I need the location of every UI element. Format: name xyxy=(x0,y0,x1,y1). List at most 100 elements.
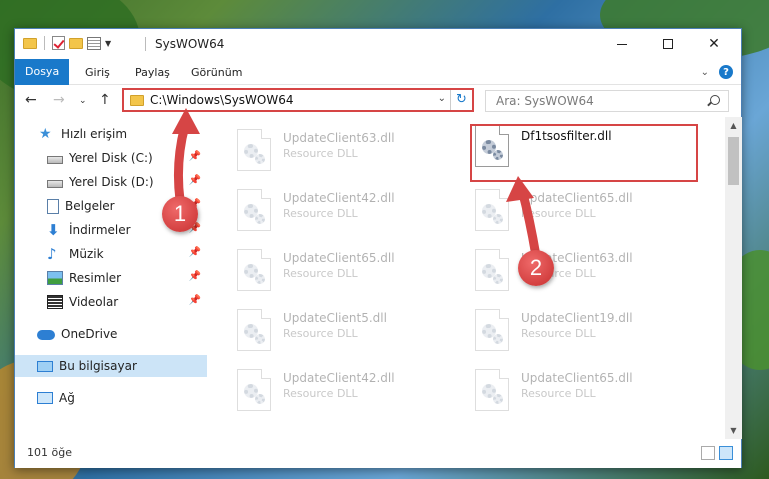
file-type: Resource DLL xyxy=(283,387,358,400)
scroll-down-arrow-icon[interactable]: ▼ xyxy=(725,422,742,439)
search-input[interactable]: Ara: SysWOW64 xyxy=(496,94,594,108)
navigation-pane: ★ Hızlı erişim Yerel Disk (C:) 📌 Yerel D… xyxy=(15,117,211,439)
file-item[interactable]: UpdateClient42.dll Resource DLL xyxy=(223,365,453,421)
file-item[interactable]: UpdateClient63.dll Resource DLL xyxy=(223,125,453,181)
vertical-scrollbar[interactable]: ▲ ▼ xyxy=(725,117,742,439)
pin-icon: 📌 xyxy=(188,247,201,258)
navigation-bar: ← → ⌄ ↑ C:\Windows\SysWOW64 ⌄ ↻ Ara: Sys… xyxy=(15,85,741,117)
up-arrow-icon[interactable]: ↑ xyxy=(99,92,111,108)
sidebar-item-label: Bu bilgisayar xyxy=(59,359,137,373)
pin-icon: 📌 xyxy=(188,151,201,162)
address-bar[interactable]: C:\Windows\SysWOW64 ⌄ ↻ xyxy=(122,88,474,112)
search-box[interactable]: Ara: SysWOW64 xyxy=(485,90,729,112)
file-type: Resource DLL xyxy=(521,387,596,400)
dll-file-icon xyxy=(237,369,271,411)
drive-icon xyxy=(47,180,63,188)
file-item[interactable]: UpdateClient65.dll Resource DLL xyxy=(461,365,691,421)
sidebar-item-label: Hızlı erişim xyxy=(61,127,128,141)
sidebar-item-label: OneDrive xyxy=(61,327,118,341)
status-bar: 101 öğe xyxy=(15,439,741,468)
documents-icon xyxy=(47,198,59,214)
network-icon xyxy=(37,392,53,404)
file-explorer-window: ▼ SysWOW64 ✕ Dosya Giriş Paylaş Görünüm … xyxy=(14,28,742,468)
sidebar-item-local-disk-d[interactable]: Yerel Disk (D:) 📌 xyxy=(15,171,207,193)
star-icon: ★ xyxy=(39,126,52,142)
tab-home[interactable]: Giriş xyxy=(75,62,120,84)
sidebar-item-pictures[interactable]: Resimler 📌 xyxy=(15,267,207,289)
file-name: UpdateClient63.dll xyxy=(283,131,395,145)
customize-toolbar-icon[interactable]: ▼ xyxy=(105,39,111,48)
close-button[interactable]: ✕ xyxy=(691,29,737,59)
sidebar-item-label: Ağ xyxy=(59,391,75,405)
file-item[interactable]: UpdateClient65.dll Resource DLL xyxy=(461,185,691,241)
item-count: 101 öğe xyxy=(27,446,72,459)
sidebar-item-music[interactable]: ♪ Müzik 📌 xyxy=(15,243,207,265)
file-item[interactable]: UpdateClient42.dll Resource DLL xyxy=(223,185,453,241)
file-item[interactable]: UpdateClient65.dll Resource DLL xyxy=(223,245,453,301)
file-name: UpdateClient65.dll xyxy=(521,371,633,385)
tab-file[interactable]: Dosya xyxy=(15,59,70,85)
file-item[interactable]: UpdateClient19.dll Resource DLL xyxy=(461,305,691,361)
folder-icon xyxy=(130,95,144,106)
sidebar-item-local-disk-c[interactable]: Yerel Disk (C:) 📌 xyxy=(15,147,207,169)
sidebar-item-label: Müzik xyxy=(69,247,104,261)
dll-file-icon xyxy=(237,309,271,351)
help-icon[interactable]: ? xyxy=(719,65,733,79)
file-name: UpdateClient42.dll xyxy=(283,191,395,205)
file-type: Resource DLL xyxy=(283,267,358,280)
close-icon: ✕ xyxy=(708,36,720,52)
recent-locations-chevron-icon[interactable]: ⌄ xyxy=(79,96,87,106)
file-name: UpdateClient5.dll xyxy=(283,311,387,325)
maximize-icon xyxy=(663,39,673,49)
file-type: Resource DLL xyxy=(283,207,358,220)
sidebar-item-label: Belgeler xyxy=(65,199,115,213)
dll-file-icon xyxy=(237,249,271,291)
tab-share[interactable]: Paylaş xyxy=(125,62,180,84)
new-folder-icon[interactable] xyxy=(69,37,83,49)
properties-check-icon[interactable] xyxy=(52,36,65,50)
dll-file-icon xyxy=(237,189,271,231)
address-path[interactable]: C:\Windows\SysWOW64 xyxy=(150,93,294,107)
file-type: Resource DLL xyxy=(283,147,358,160)
expand-ribbon-chevron-icon[interactable]: ⌄ xyxy=(701,67,709,78)
large-icons-view-icon[interactable] xyxy=(719,446,733,460)
tab-view[interactable]: Görünüm xyxy=(181,62,252,84)
sidebar-item-quick-access[interactable]: ★ Hızlı erişim xyxy=(15,123,207,145)
pictures-icon xyxy=(47,271,63,285)
minimize-button[interactable] xyxy=(599,29,645,59)
window-title: SysWOW64 xyxy=(155,37,225,51)
sidebar-item-label: Yerel Disk (C:) xyxy=(69,151,153,165)
file-name: UpdateClient65.dll xyxy=(521,191,633,205)
dll-file-icon xyxy=(475,189,509,231)
cloud-icon xyxy=(37,330,55,340)
refresh-icon[interactable]: ↻ xyxy=(450,90,472,110)
file-name: UpdateClient19.dll xyxy=(521,311,633,325)
file-name: UpdateClient65.dll xyxy=(283,251,395,265)
file-type: Resource DLL xyxy=(521,207,596,220)
ribbon: Dosya Giriş Paylaş Görünüm ⌄ ? xyxy=(15,59,741,85)
file-item[interactable]: UpdateClient63.dll Resource DLL xyxy=(461,245,691,301)
dll-file-icon xyxy=(475,369,509,411)
dll-file-icon xyxy=(475,309,509,351)
videos-icon xyxy=(47,295,63,309)
back-arrow-icon[interactable]: ← xyxy=(25,92,37,108)
file-type: Resource DLL xyxy=(283,327,358,340)
maximize-button[interactable] xyxy=(645,29,691,59)
file-item[interactable]: UpdateClient5.dll Resource DLL xyxy=(223,305,453,361)
sidebar-item-onedrive[interactable]: OneDrive xyxy=(15,323,207,345)
search-icon[interactable] xyxy=(710,95,720,105)
details-view-icon[interactable] xyxy=(701,446,715,460)
sidebar-item-label: Videolar xyxy=(69,295,119,309)
scroll-up-arrow-icon[interactable]: ▲ xyxy=(725,117,742,134)
sidebar-item-this-pc[interactable]: Bu bilgisayar xyxy=(15,355,207,377)
file-name: UpdateClient42.dll xyxy=(283,371,395,385)
properties-icon[interactable] xyxy=(87,36,101,50)
sidebar-item-videos[interactable]: Videolar 📌 xyxy=(15,291,207,313)
title-divider xyxy=(145,37,146,51)
scrollbar-thumb[interactable] xyxy=(728,137,739,185)
address-dropdown-chevron-icon[interactable]: ⌄ xyxy=(438,93,446,104)
sidebar-item-label: Resimler xyxy=(69,271,122,285)
sidebar-item-network[interactable]: Ağ xyxy=(15,387,207,409)
forward-arrow-icon[interactable]: → xyxy=(53,92,65,108)
ribbon-controls: ⌄ ? xyxy=(701,65,733,79)
